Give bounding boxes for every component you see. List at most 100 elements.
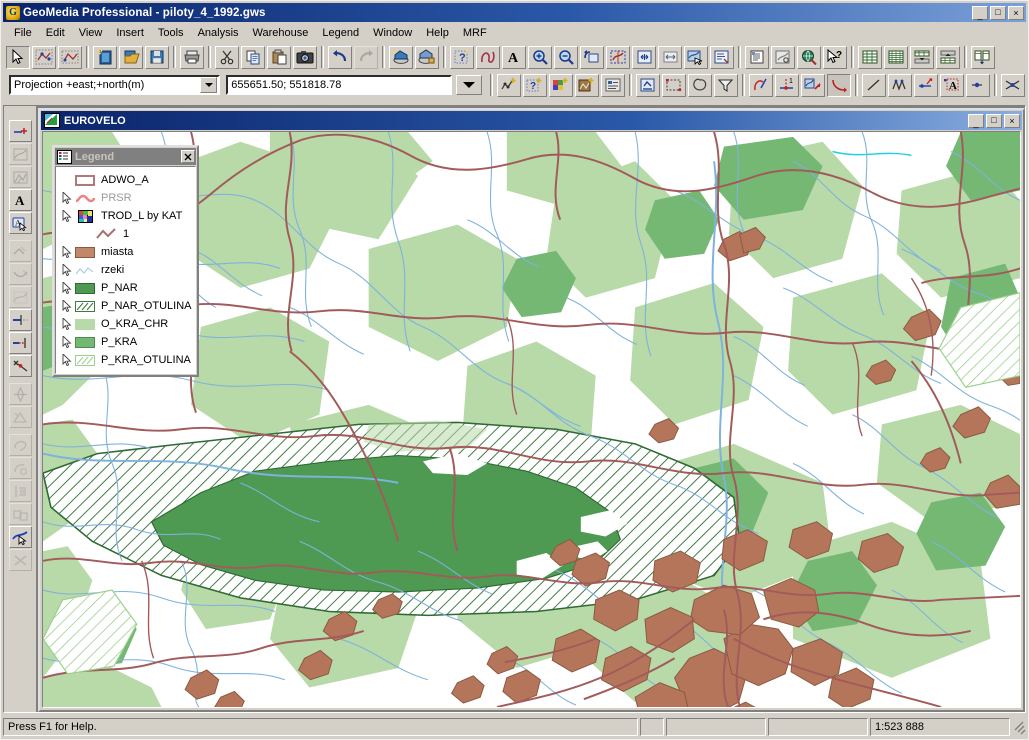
place-text-tool[interactable]: A: [8, 189, 32, 211]
legend-entry-properties[interactable]: [601, 73, 626, 97]
fillet-tool[interactable]: [8, 457, 32, 479]
capture-image[interactable]: [293, 45, 317, 69]
data-window[interactable]: [858, 45, 882, 69]
projection-select[interactable]: Projection +east;+north(m): [9, 75, 221, 95]
copy-parallel-tool[interactable]: [8, 434, 32, 456]
legend-entry-trod-class-1[interactable]: 1: [56, 225, 195, 243]
fit-all[interactable]: [606, 45, 630, 69]
minimize-button[interactable]: _: [972, 5, 988, 20]
move-feature[interactable]: [801, 73, 826, 97]
previous-view[interactable]: [580, 45, 604, 69]
menu-item-edit[interactable]: Edit: [39, 25, 72, 41]
menu-item-warehouse[interactable]: Warehouse: [246, 25, 316, 41]
insert-image-feature[interactable]: [575, 73, 600, 97]
place-text[interactable]: A: [940, 73, 965, 97]
paste[interactable]: [267, 45, 291, 69]
select-arrow-icon[interactable]: [60, 245, 74, 259]
undo[interactable]: [328, 45, 352, 69]
smooth-line-tool[interactable]: [8, 286, 32, 308]
menu-item-insert[interactable]: Insert: [109, 25, 151, 41]
delete-tool[interactable]: [8, 549, 32, 571]
edit-text-tool[interactable]: A: [8, 212, 32, 234]
legend-entry-rzeki[interactable]: rzeki: [56, 261, 195, 279]
select-arrow-icon[interactable]: [60, 209, 74, 223]
insert-query-feature[interactable]: ?: [523, 73, 548, 97]
legend-entry-prsr[interactable]: PRSR: [56, 189, 195, 207]
extend-line-tool[interactable]: [8, 263, 32, 285]
zoom-out[interactable]: [554, 45, 578, 69]
chevron-down-icon[interactable]: [200, 77, 218, 93]
move-vertex-tool[interactable]: [8, 406, 32, 428]
delete-feature[interactable]: [1000, 73, 1025, 97]
place-polyline[interactable]: [888, 73, 913, 97]
menu-item-analysis[interactable]: Analysis: [191, 25, 246, 41]
select-arrow-icon[interactable]: [60, 335, 74, 349]
merge-tool[interactable]: [8, 503, 32, 525]
select-edit-tool[interactable]: [8, 526, 32, 548]
select-set-tool[interactable]: [636, 73, 661, 97]
delete-geometry[interactable]: [827, 73, 852, 97]
merge-tables[interactable]: [971, 45, 995, 69]
menu-item-window[interactable]: Window: [366, 25, 419, 41]
spatial-query[interactable]: [476, 45, 500, 69]
edit-geometry[interactable]: [749, 73, 774, 97]
coordinate-mode-dropdown[interactable]: [456, 75, 483, 95]
legend-entry-adwo-a[interactable]: ADWO_A: [56, 171, 195, 189]
rotate-tool[interactable]: [8, 383, 32, 405]
place-arc[interactable]: [914, 73, 939, 97]
select-arrow-icon[interactable]: [60, 353, 74, 367]
insert-text[interactable]: A: [502, 45, 526, 69]
open-geoworkspace[interactable]: [119, 45, 143, 69]
redo[interactable]: [354, 45, 378, 69]
select-polygon-tool[interactable]: [688, 73, 713, 97]
legend-entry-p-nar[interactable]: P_NAR: [56, 279, 195, 297]
import-down[interactable]: [936, 45, 960, 69]
select-arrow-icon[interactable]: [60, 317, 74, 331]
place-point[interactable]: [966, 73, 991, 97]
display-properties[interactable]: [710, 45, 734, 69]
print[interactable]: [180, 45, 204, 69]
place-area-tool[interactable]: [8, 143, 32, 165]
map-canvas[interactable]: Legend ADWO_A PRSR TROD_L by KAT 1 miast…: [42, 131, 1021, 708]
place-compound-tool[interactable]: [8, 166, 32, 188]
maximize-button[interactable]: □: [990, 5, 1006, 20]
resize-grip[interactable]: [1012, 718, 1026, 736]
select-area-tool[interactable]: [58, 45, 82, 69]
new-query[interactable]: ?: [450, 45, 474, 69]
intersect-tool[interactable]: [8, 355, 32, 377]
save-geoworkspace[interactable]: [145, 45, 169, 69]
menu-item-tools[interactable]: Tools: [151, 25, 191, 41]
zoom-width[interactable]: [658, 45, 682, 69]
legend-entry-p-kra-otulina[interactable]: P_KRA_OTULINA: [56, 351, 195, 369]
insert-vertex[interactable]: 1: [775, 73, 800, 97]
select-arrow-icon[interactable]: [60, 281, 74, 295]
legend-entry-p-nar-otulina[interactable]: P_NAR_OTULINA: [56, 297, 195, 315]
menu-item-view[interactable]: View: [72, 25, 110, 41]
select-by-fence-tool[interactable]: [32, 45, 56, 69]
place-line[interactable]: [862, 73, 887, 97]
menu-item-legend[interactable]: Legend: [315, 25, 366, 41]
cut[interactable]: [215, 45, 239, 69]
zoom-to-extent[interactable]: [632, 45, 656, 69]
context-help[interactable]: ?: [823, 45, 847, 69]
insert-point-feature[interactable]: [497, 73, 522, 97]
select-by-attribute[interactable]: [714, 73, 739, 97]
new-connection[interactable]: [389, 45, 413, 69]
select-arrow-icon[interactable]: [60, 191, 74, 205]
place-point-tool[interactable]: [8, 120, 32, 142]
select-rectangle-tool[interactable]: [662, 73, 687, 97]
trim-line-tool[interactable]: [8, 309, 32, 331]
feature-properties[interactable]: [745, 45, 769, 69]
select-tool[interactable]: [6, 45, 30, 69]
copy[interactable]: [241, 45, 265, 69]
select-arrow-icon[interactable]: [60, 263, 74, 277]
zoom-in[interactable]: [528, 45, 552, 69]
locate-feature[interactable]: [797, 45, 821, 69]
legend-close-button[interactable]: [181, 150, 195, 163]
export-up[interactable]: [910, 45, 934, 69]
attribute-view[interactable]: [771, 45, 795, 69]
map-close-button[interactable]: ×: [1004, 113, 1020, 128]
select-arrow-icon[interactable]: [60, 299, 74, 313]
map-minimize-button[interactable]: _: [968, 113, 984, 128]
legend-entry-trod-l-by-kat[interactable]: TROD_L by KAT: [56, 207, 195, 225]
